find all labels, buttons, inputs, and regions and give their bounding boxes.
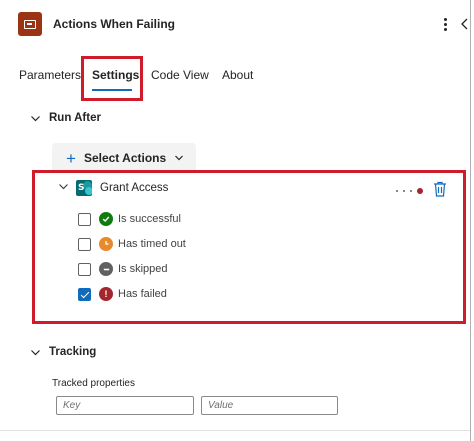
- panel-header: Actions When Failing: [0, 0, 474, 48]
- condition-is-skipped: Is skipped: [78, 262, 278, 279]
- run-status-dots: [396, 188, 423, 194]
- settings-tab-highlight: [81, 56, 143, 101]
- panel-divider: [470, 0, 471, 441]
- tab-parameters[interactable]: Parameters: [19, 68, 81, 82]
- tracked-properties-label: Tracked properties: [52, 378, 135, 389]
- tracking-label: Tracking: [49, 346, 97, 358]
- condition-label: Has timed out: [118, 238, 186, 250]
- delete-icon[interactable]: [432, 180, 448, 198]
- run-after-action-row: S Grant Access: [58, 180, 458, 198]
- has-timed-out-checkbox[interactable]: [78, 238, 91, 251]
- chevron-down-icon[interactable]: [58, 181, 69, 192]
- select-actions-button[interactable]: + Select Actions: [52, 143, 196, 173]
- panel-title: Actions When Failing: [53, 17, 175, 31]
- select-actions-label: Select Actions: [83, 151, 167, 165]
- tracked-property-key-input[interactable]: [56, 396, 194, 415]
- condition-label: Has failed: [118, 288, 167, 300]
- tab-about[interactable]: About: [222, 68, 253, 82]
- sharepoint-icon: S: [76, 180, 92, 196]
- has-failed-checkbox[interactable]: [78, 288, 91, 301]
- chevron-down-icon: [175, 155, 184, 161]
- tracked-property-value-input[interactable]: [201, 396, 338, 415]
- tab-code-view[interactable]: Code View: [151, 68, 209, 82]
- run-after-section-toggle[interactable]: Run After: [30, 109, 101, 127]
- clock-icon: [99, 237, 113, 251]
- condition-has-timed-out: Has timed out: [78, 237, 278, 254]
- more-options-button[interactable]: [438, 14, 452, 34]
- condition-label: Is skipped: [118, 263, 168, 275]
- action-scope-icon: [18, 12, 42, 36]
- is-skipped-checkbox[interactable]: [78, 263, 91, 276]
- bottom-divider: [0, 430, 470, 431]
- tab-bar: Parameters Settings Code View About: [0, 60, 470, 96]
- skip-circle-icon: [99, 262, 113, 276]
- tracking-section-toggle[interactable]: Tracking: [30, 343, 96, 361]
- is-successful-checkbox[interactable]: [78, 213, 91, 226]
- chevron-down-icon: [31, 115, 40, 121]
- action-name: Grant Access: [100, 182, 169, 194]
- condition-has-failed: ! Has failed: [78, 287, 278, 304]
- chevron-down-icon: [31, 349, 40, 355]
- check-circle-icon: [99, 212, 113, 226]
- condition-is-successful: Is successful: [78, 212, 278, 229]
- run-after-label: Run After: [49, 112, 101, 124]
- add-icon: +: [66, 148, 76, 168]
- condition-label: Is successful: [118, 213, 181, 225]
- error-circle-icon: !: [99, 287, 113, 301]
- more-vertical-icon: [443, 17, 447, 21]
